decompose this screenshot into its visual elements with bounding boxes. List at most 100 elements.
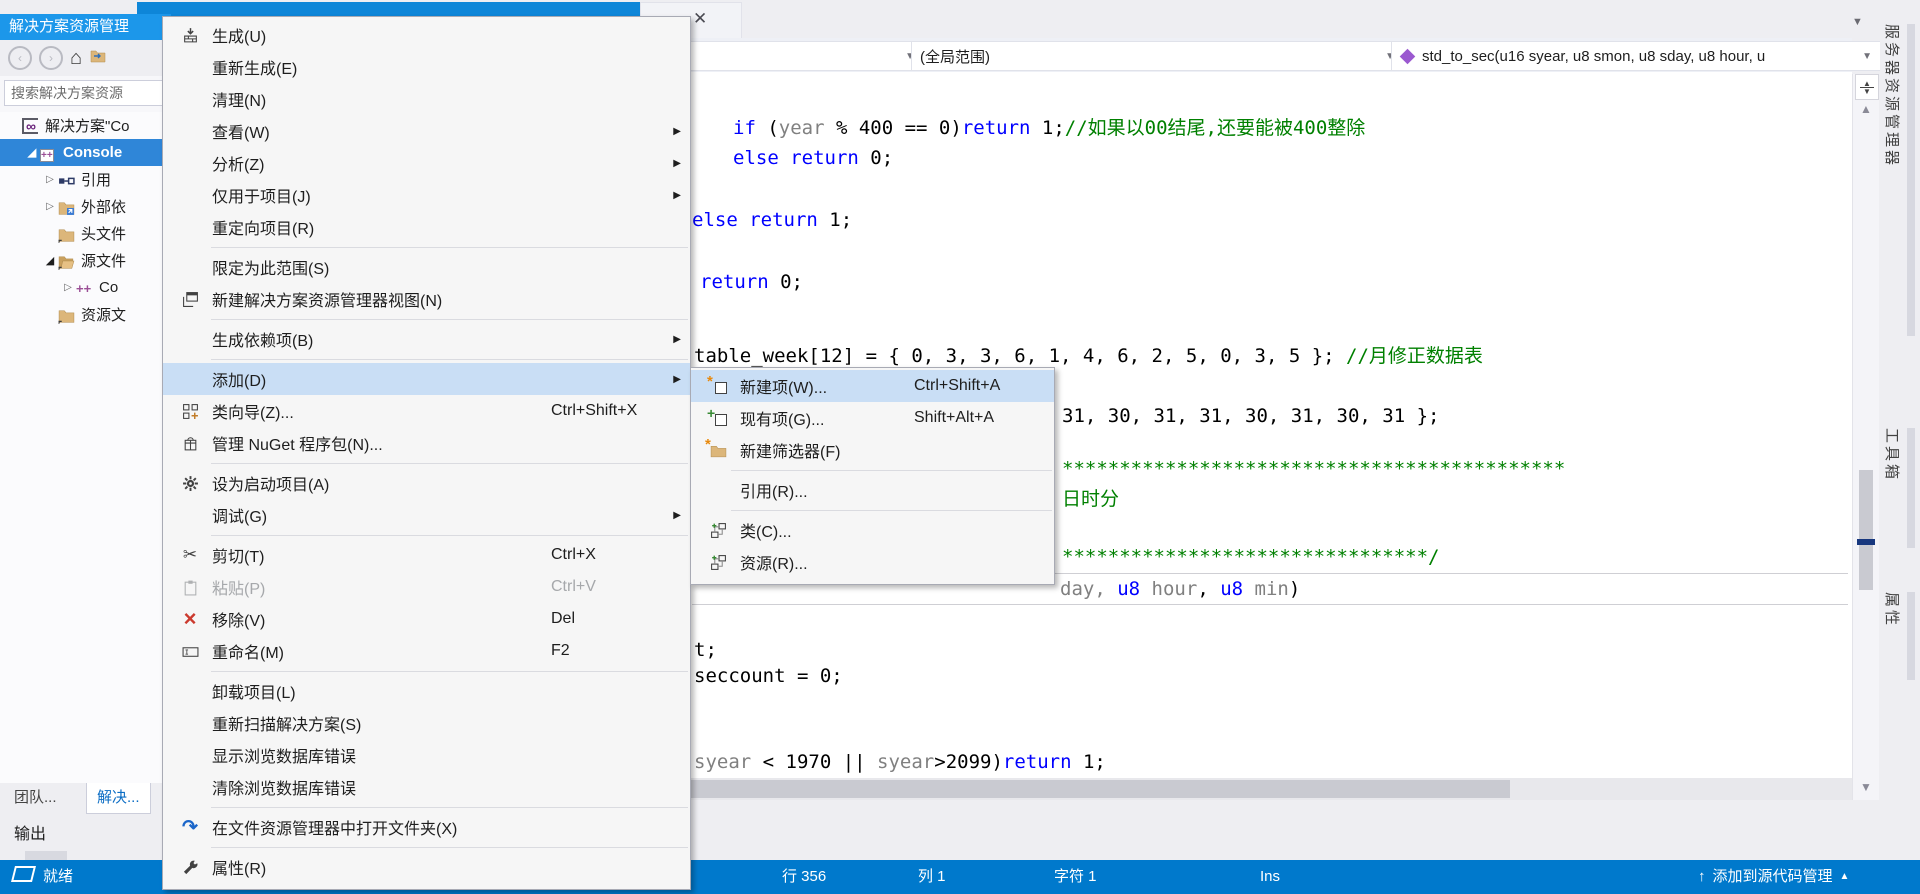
solution-node[interactable]: ∞ 解决方案"Co bbox=[0, 112, 162, 139]
home-icon[interactable]: ⌂ bbox=[70, 48, 82, 68]
project-console[interactable]: ◢ ++ Console bbox=[0, 139, 162, 166]
menu-item-debug[interactable]: 调试(G) ▶ bbox=[163, 499, 690, 531]
types-dropdown[interactable]: ▼ bbox=[680, 41, 924, 71]
sidebar-tab-properties[interactable]: 属性 bbox=[1882, 592, 1915, 680]
menu-item-set-startup-project[interactable]: 设为启动项目(A) bbox=[163, 467, 690, 499]
external-deps-node[interactable]: ▷ 外部依 bbox=[0, 193, 162, 220]
menu-item-reference[interactable]: 引用(R)... bbox=[691, 474, 1054, 506]
menu-item-new-solution-explorer-view[interactable]: 新建解决方案资源管理器视图(N) bbox=[163, 283, 690, 315]
scroll-down-icon[interactable]: ▼ bbox=[1853, 780, 1879, 794]
close-icon[interactable]: ✕ bbox=[693, 9, 707, 29]
menu-item-build-dependencies[interactable]: 生成依赖项(B) ▶ bbox=[163, 323, 690, 355]
solution-explorer-title[interactable]: 解决方案资源管理 bbox=[0, 14, 171, 40]
scroll-up-icon[interactable]: ▲ bbox=[1853, 102, 1879, 116]
menu-item-label: 卸载项目(L) bbox=[212, 685, 296, 702]
blank-icon bbox=[179, 778, 201, 796]
split-editor-handle[interactable]: ▲ ▼ bbox=[1855, 74, 1879, 100]
sync-with-active-document-icon[interactable] bbox=[89, 48, 107, 69]
blank-icon bbox=[179, 218, 201, 236]
status-parallelogram-icon bbox=[11, 866, 36, 882]
menu-item-clear-browse-db-errors[interactable]: 清除浏览数据库错误 bbox=[163, 771, 690, 803]
resource-files-node[interactable]: 资源文 bbox=[0, 301, 162, 328]
output-window-title[interactable]: 输出 bbox=[14, 820, 46, 844]
menu-item-clean[interactable]: 清理(N) bbox=[163, 83, 690, 115]
tab-solution-explorer[interactable]: 解决... bbox=[86, 783, 151, 814]
blank-icon bbox=[179, 714, 201, 732]
header-files-node[interactable]: 头文件 bbox=[0, 220, 162, 247]
menu-item-analyze[interactable]: 分析(Z) ▶ bbox=[163, 147, 690, 179]
new-item-icon: * bbox=[707, 373, 729, 395]
sidebar-tab-label: 工具箱 bbox=[1883, 428, 1900, 483]
menu-item-label: 资源(R)... bbox=[740, 556, 808, 573]
tool-window-tab-strip: 团队... 解决... bbox=[0, 783, 162, 817]
menu-item-new-filter[interactable]: * 新建筛选器(F) bbox=[691, 434, 1054, 466]
back-button[interactable]: ‹ bbox=[8, 46, 32, 70]
menu-item-build[interactable]: 生成(U) bbox=[163, 19, 690, 51]
code-segment: else bbox=[733, 147, 779, 169]
menu-item-shortcut: F2 bbox=[551, 642, 570, 659]
code-line: day, u8 hour, u8 min) bbox=[1060, 577, 1300, 601]
scope-dropdown[interactable]: (全局范围) ▼ bbox=[911, 41, 1404, 71]
menu-item-properties[interactable]: 属性(R) bbox=[163, 851, 690, 883]
member-dropdown[interactable]: std_to_sec(u16 syear, u8 smon, u8 sday, … bbox=[1391, 41, 1881, 71]
menu-item-manage-nuget[interactable]: 管理 NuGet 程序包(N)... bbox=[163, 427, 690, 459]
menu-item-class[interactable]: 类(C)... bbox=[691, 514, 1054, 546]
add-to-source-control-button[interactable]: ↑ 添加到源代码管理 ▲ bbox=[1698, 860, 1849, 894]
menu-item-shortcut: Ctrl+X bbox=[551, 546, 596, 563]
sidebar-tab-toolbox[interactable]: 工具箱 bbox=[1882, 428, 1915, 548]
menu-item-rebuild[interactable]: 重新生成(E) bbox=[163, 51, 690, 83]
expander-expanded-icon[interactable]: ◢ bbox=[42, 254, 58, 267]
menu-item-label: 引用(R)... bbox=[740, 484, 808, 501]
menu-item-open-folder-in-file-explorer[interactable]: ↷ 在文件资源管理器中打开文件夹(X) bbox=[163, 811, 690, 843]
menu-item-class-wizard[interactable]: 类向导(Z)... Ctrl+Shift+X bbox=[163, 395, 690, 427]
forward-button[interactable]: › bbox=[39, 46, 63, 70]
code-segment: 1; bbox=[1030, 117, 1065, 139]
code-segment: 1; bbox=[817, 209, 853, 231]
menu-item-project-only[interactable]: 仅用于项目(J) ▶ bbox=[163, 179, 690, 211]
code-line: syear < 1970 || syear>2099)return 1; bbox=[694, 750, 1106, 774]
menu-item-paste[interactable]: 粘贴(P) Ctrl+V bbox=[163, 571, 690, 603]
menu-separator bbox=[731, 510, 1052, 511]
menu-item-show-browse-db-errors[interactable]: 显示浏览数据库错误 bbox=[163, 739, 690, 771]
chevron-down-icon[interactable]: ▼ bbox=[1852, 16, 1863, 28]
expander-collapsed-icon[interactable]: ▷ bbox=[42, 201, 58, 212]
solution-explorer-panel: 解决方案资源管理 ‹ › ⌂ 搜索解决方案资源 ∞ 解决方案"Co ◢ ++ Conso… bbox=[0, 14, 171, 783]
cpp-file-node[interactable]: ▷ ++ Co bbox=[0, 274, 162, 301]
code-segment: syear bbox=[877, 751, 935, 773]
expander-collapsed-icon[interactable]: ▷ bbox=[60, 282, 76, 293]
tree-item-label: 头文件 bbox=[81, 226, 127, 243]
menu-item-remove[interactable]: × 移除(V) Del bbox=[163, 603, 690, 635]
tab-team-explorer[interactable]: 团队... bbox=[4, 783, 67, 813]
menu-item-unload-project[interactable]: 卸载项目(L) bbox=[163, 675, 690, 707]
menu-item-add[interactable]: 添加(D) ▶ bbox=[163, 363, 690, 395]
menu-item-retarget[interactable]: 重定向项目(R) bbox=[163, 211, 690, 243]
code-segment: ( bbox=[755, 117, 779, 139]
source-files-node[interactable]: ◢ 源文件 bbox=[0, 247, 162, 274]
vertical-scrollbar-thumb[interactable] bbox=[1859, 470, 1873, 590]
sidebar-tab-label: 属性 bbox=[1883, 592, 1900, 629]
blank-icon bbox=[179, 370, 201, 388]
menu-separator bbox=[211, 319, 688, 320]
menu-separator bbox=[211, 359, 688, 360]
gear-icon bbox=[179, 474, 201, 492]
expander-collapsed-icon[interactable]: ▷ bbox=[42, 174, 58, 185]
menu-item-resource[interactable]: 资源(R)... bbox=[691, 546, 1054, 578]
menu-item-cut[interactable]: ✂ 剪切(T) Ctrl+X bbox=[163, 539, 690, 571]
method-icon bbox=[1399, 48, 1416, 64]
menu-item-scope-to-this[interactable]: 限定为此范围(S) bbox=[163, 251, 690, 283]
menu-item-rename[interactable]: 重命名(M) F2 bbox=[163, 635, 690, 667]
cpp-file-icon: ++ bbox=[76, 280, 92, 296]
menu-item-existing-item[interactable]: + 现有项(G)... Shift+Alt+A bbox=[691, 402, 1054, 434]
menu-item-new-item[interactable]: * 新建项(W)... Ctrl+Shift+A bbox=[691, 370, 1054, 402]
references-node[interactable]: ▷ 引用 bbox=[0, 166, 162, 193]
vertical-scrollbar[interactable]: ▲ ▼ ▲ ▼ bbox=[1852, 74, 1879, 800]
cpp-project-icon: ++ bbox=[40, 148, 54, 162]
menu-item-rescan-solution[interactable]: 重新扫描解决方案(S) bbox=[163, 707, 690, 739]
expander-expanded-icon[interactable]: ◢ bbox=[24, 146, 40, 159]
search-input[interactable]: 搜索解决方案资源 bbox=[4, 80, 166, 106]
menu-item-label: 粘贴(P) bbox=[212, 581, 266, 598]
menu-item-label: 管理 NuGet 程序包(N)... bbox=[212, 437, 383, 454]
menu-item-view[interactable]: 查看(W) ▶ bbox=[163, 115, 690, 147]
sidebar-tab-server-explorer[interactable]: 服务器资源管理器 bbox=[1882, 24, 1915, 336]
